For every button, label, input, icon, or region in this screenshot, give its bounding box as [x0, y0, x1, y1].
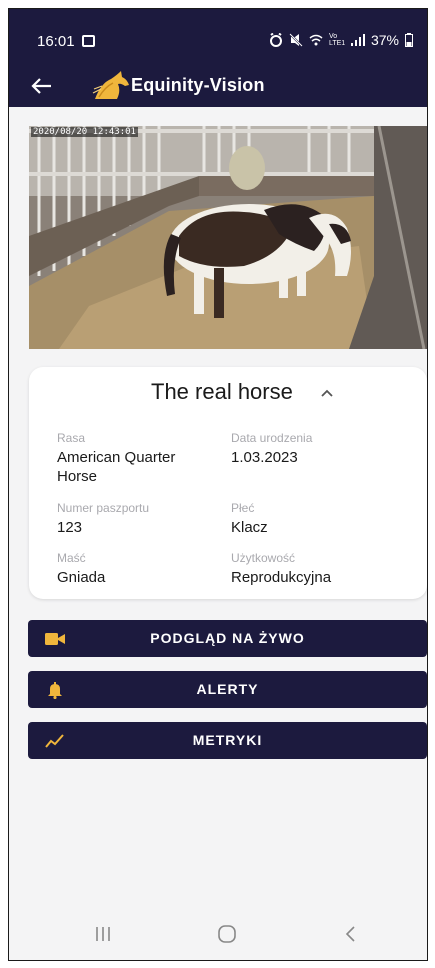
home-icon[interactable]: [215, 922, 239, 946]
field-passport-number: Numer paszportu 123: [57, 501, 207, 537]
battery-percent: 37%: [370, 32, 399, 48]
field-breed: Rasa American Quarter Horse: [57, 431, 207, 486]
gallery-notification-icon: [82, 35, 95, 47]
signal-icon: [350, 34, 365, 46]
field-coat-color: Maść Gniada: [57, 551, 207, 587]
field-value: Reprodukcyjna: [231, 569, 332, 586]
back-arrow-icon[interactable]: [29, 73, 55, 99]
field-value: Klacz: [231, 519, 268, 536]
live-preview-button[interactable]: PODGLĄD NA ŻYWO: [28, 620, 427, 657]
app-title: Equinity-Vision: [131, 75, 265, 95]
field-sex: Płeć Klacz: [231, 501, 401, 537]
field-label: Maść: [57, 551, 86, 565]
metrics-button[interactable]: METRYKI: [28, 722, 427, 759]
phone-screen: 16:01 Vo LTE1 37% Equinity-Vision 2020/0…: [8, 8, 428, 961]
system-nav-bar: [9, 908, 427, 960]
field-label: Użytkowość: [231, 551, 296, 565]
metrics-label: METRYKI: [192, 732, 263, 748]
horse-info-card: The real horse Rasa American Quarter Hor…: [29, 367, 427, 599]
status-indicators: Vo LTE1 37%: [269, 32, 413, 48]
field-value: American Quarter Horse: [57, 449, 176, 485]
alarm-icon: [269, 33, 282, 47]
status-bar: 16:01 Vo LTE1 37%: [9, 9, 427, 65]
network-type-label: Vo LTE1: [328, 33, 346, 47]
live-preview-label: PODGLĄD NA ŻYWO: [150, 630, 305, 646]
status-time: 16:01: [37, 33, 75, 50]
alerts-button[interactable]: ALERTY: [28, 671, 427, 708]
camera-feed[interactable]: 2020/08/20 12:43:01: [29, 126, 427, 349]
recent-apps-icon[interactable]: [91, 922, 115, 946]
app-bar: Equinity-Vision: [9, 65, 427, 107]
field-value: 1.03.2023: [231, 449, 298, 466]
back-nav-icon[interactable]: [339, 922, 363, 946]
field-birth-date: Data urodzenia 1.03.2023: [231, 431, 401, 467]
field-label: Data urodzenia: [231, 431, 313, 445]
chevron-up-icon[interactable]: [319, 386, 335, 400]
wifi-icon: [309, 34, 323, 46]
mute-icon: [289, 33, 303, 47]
field-value: Gniada: [57, 569, 106, 586]
field-usage: Użytkowość Reprodukcyjna: [231, 551, 401, 587]
horse-name: The real horse: [151, 379, 293, 404]
camera-timestamp: 2020/08/20 12:43:01: [31, 127, 138, 137]
field-label: Płeć: [231, 501, 255, 515]
alerts-label: ALERTY: [196, 681, 259, 697]
horse-logo-icon: [92, 71, 129, 99]
field-label: Numer paszportu: [57, 501, 150, 515]
battery-icon: [405, 33, 413, 47]
field-label: Rasa: [57, 431, 86, 445]
horse-stable-image: [29, 126, 427, 349]
field-value: 123: [57, 519, 83, 536]
